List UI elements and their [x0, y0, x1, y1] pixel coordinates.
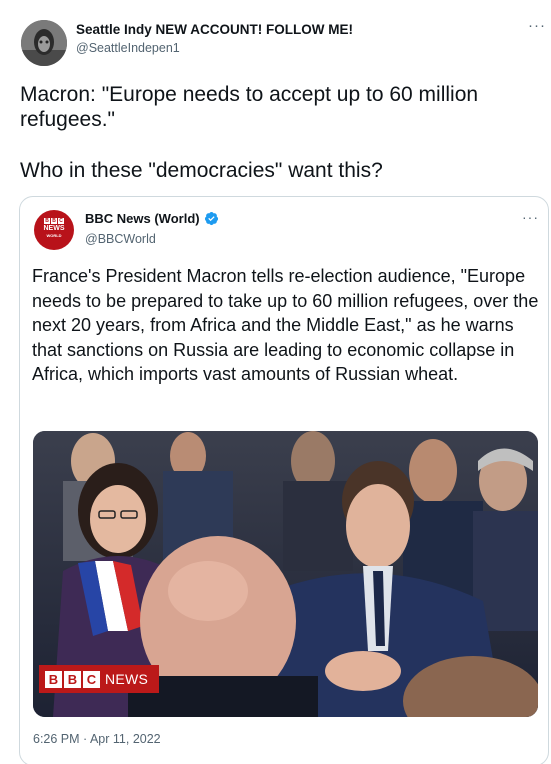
tweet-timestamp[interactable]: 6:26 PM · Apr 11, 2022 — [33, 732, 161, 746]
tweet: Seattle Indy NEW ACCOUNT! FOLLOW ME! @Se… — [0, 0, 551, 764]
logo-line2: WORLD — [46, 233, 62, 238]
logo-line1: NEWS — [43, 225, 65, 232]
tweet-text: Macron: "Europe needs to accept up to 60… — [20, 82, 530, 183]
author-avatar[interactable] — [21, 20, 67, 66]
logo-box: B — [44, 218, 50, 224]
author-handle[interactable]: @SeattleIndepen1 — [76, 41, 180, 55]
quoted-author-handle[interactable]: @BBCWorld — [85, 232, 156, 246]
watermark-word: NEWS — [105, 671, 149, 687]
quoted-tweet[interactable]: B B C NEWS WORLD BBC News (World) @BBCWo… — [19, 196, 549, 764]
quoted-author-display-name[interactable]: BBC News (World) — [85, 211, 200, 226]
tweet-text-line: Macron: "Europe needs to accept up to 60… — [20, 83, 479, 131]
verified-badge-icon — [204, 211, 218, 226]
quoted-more-options-icon[interactable]: ··· — [522, 209, 539, 225]
bbc-news-watermark: B B C NEWS — [39, 665, 159, 693]
bbc-news-logo: B B C NEWS WORLD — [40, 218, 68, 239]
more-options-icon[interactable]: ··· — [528, 18, 548, 36]
quoted-author-avatar[interactable]: B B C NEWS WORLD — [34, 210, 74, 250]
author-display-name[interactable]: Seattle Indy NEW ACCOUNT! FOLLOW ME! — [76, 22, 353, 37]
logo-box: B — [51, 218, 57, 224]
tweet-text-line: Who in these "democracies" want this? — [20, 159, 383, 182]
author-avatar-image — [21, 20, 67, 66]
quoted-tweet-photo[interactable]: B B C NEWS — [33, 431, 538, 717]
logo-box: C — [58, 218, 64, 224]
watermark-box: C — [83, 670, 100, 688]
quoted-tweet-text: France's President Macron tells re-elect… — [32, 266, 539, 384]
watermark-box: B — [64, 670, 81, 688]
quoted-author-name-row[interactable]: BBC News (World) — [85, 211, 219, 226]
watermark-box: B — [45, 670, 62, 688]
